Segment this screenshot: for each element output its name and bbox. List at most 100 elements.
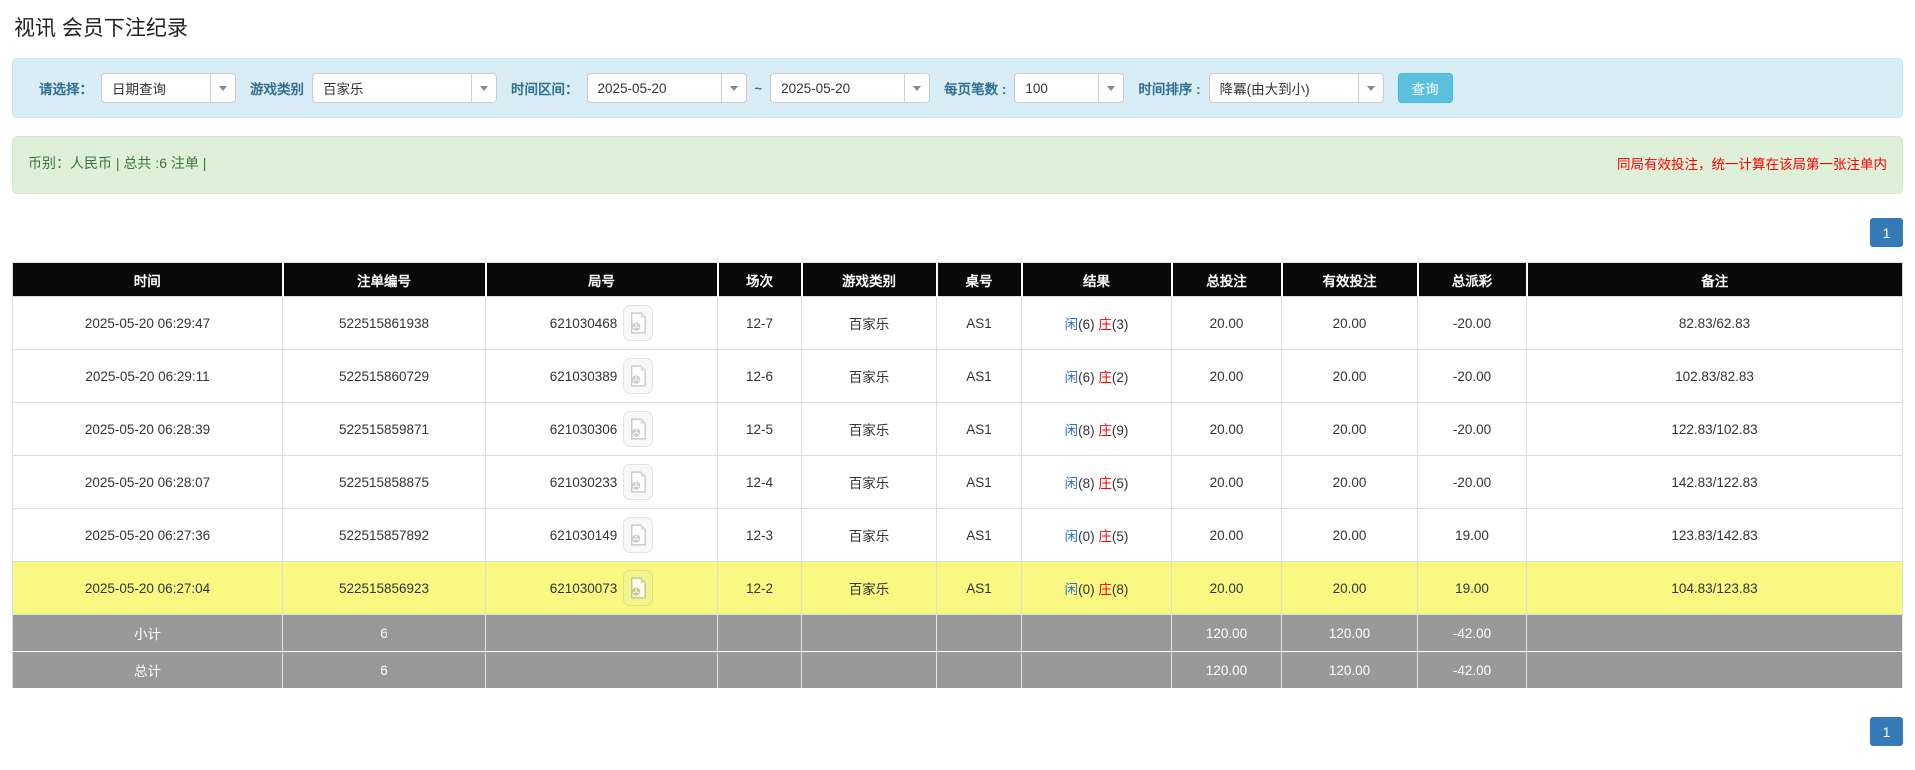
session: 12-5 bbox=[718, 403, 802, 456]
bet-time: 2025-05-20 06:28:07 bbox=[13, 456, 283, 509]
col-bet-no: 注单编号 bbox=[283, 263, 486, 297]
note: 122.83/102.83 bbox=[1527, 403, 1903, 456]
page-1-button[interactable]: 1 bbox=[1870, 717, 1903, 746]
chevron-down-icon bbox=[1358, 74, 1383, 102]
chevron-down-icon bbox=[471, 74, 496, 102]
note: 82.83/62.83 bbox=[1527, 297, 1903, 350]
select-mode-label: 请选择： bbox=[39, 78, 93, 98]
chevron-down-icon bbox=[210, 74, 235, 102]
query-mode-select[interactable]: 日期查询 bbox=[101, 73, 236, 103]
game-type: 百家乐 bbox=[802, 509, 937, 562]
game-type: 百家乐 bbox=[802, 456, 937, 509]
game-type-label: 游戏类别 bbox=[250, 78, 304, 98]
total-bet-link[interactable]: 20.00 bbox=[1172, 297, 1282, 350]
subtotal-total-bet: 120.00 bbox=[1172, 615, 1282, 652]
table-header-row: 时间 注单编号 局号 场次 游戏类别 桌号 结果 总投注 有效投注 总派彩 备注 bbox=[13, 263, 1903, 297]
date-from-value: 2025-05-20 bbox=[588, 81, 721, 96]
round-no-cell: 621030233 bbox=[486, 456, 718, 509]
subtotal-payout: -42.00 bbox=[1418, 615, 1527, 652]
grand-total-count: 6 bbox=[283, 652, 486, 689]
col-total-bet: 总投注 bbox=[1172, 263, 1282, 297]
session: 12-4 bbox=[718, 456, 802, 509]
date-from-select[interactable]: 2025-05-20 bbox=[587, 73, 747, 103]
note: 102.83/82.83 bbox=[1527, 350, 1903, 403]
round-no-cell: 621030389 bbox=[486, 350, 718, 403]
subtotal-count: 6 bbox=[283, 615, 486, 652]
result-cell: 闲(6) 庄(3) bbox=[1022, 297, 1172, 350]
game-type-select[interactable]: 百家乐 bbox=[312, 73, 497, 103]
game-type: 百家乐 bbox=[802, 403, 937, 456]
total-bet-link[interactable]: 20.00 bbox=[1172, 509, 1282, 562]
table-no: AS1 bbox=[937, 562, 1022, 615]
total-bet-link[interactable]: 20.00 bbox=[1172, 350, 1282, 403]
col-result: 结果 bbox=[1022, 263, 1172, 297]
video-replay-button[interactable] bbox=[623, 464, 653, 500]
valid-bet: 20.00 bbox=[1282, 350, 1418, 403]
video-replay-button[interactable] bbox=[623, 305, 653, 341]
subtotal-row: 小计 6 120.00 120.00 -42.00 bbox=[13, 615, 1903, 652]
result-cell: 闲(0) 庄(5) bbox=[1022, 509, 1172, 562]
col-total-payout: 总派彩 bbox=[1418, 263, 1527, 297]
video-replay-button[interactable] bbox=[623, 358, 653, 394]
page-title: 视讯 会员下注纪录 bbox=[14, 12, 1903, 42]
page-size-value: 100 bbox=[1015, 81, 1098, 96]
game-type: 百家乐 bbox=[802, 297, 937, 350]
grand-total-valid-bet: 120.00 bbox=[1282, 652, 1418, 689]
filter-panel: 请选择： 日期查询 游戏类别 百家乐 时间区间： 2025-05-20 ~ 20… bbox=[12, 58, 1903, 118]
grand-total-label: 总计 bbox=[13, 652, 283, 689]
col-valid-bet: 有效投注 bbox=[1282, 263, 1418, 297]
bet-no: 522515857892 bbox=[283, 509, 486, 562]
table-row: 2025-05-20 06:29:11 522515860729 6210303… bbox=[13, 350, 1903, 403]
total-bet-link[interactable]: 20.00 bbox=[1172, 456, 1282, 509]
table-row: 2025-05-20 06:27:36 522515857892 6210301… bbox=[13, 509, 1903, 562]
chevron-down-icon bbox=[1098, 74, 1123, 102]
video-replay-button[interactable] bbox=[623, 517, 653, 553]
payout: -20.00 bbox=[1418, 403, 1527, 456]
table-no: AS1 bbox=[937, 403, 1022, 456]
sort-order-label: 时间排序 : bbox=[1138, 78, 1200, 98]
table-row: 2025-05-20 06:29:47 522515861938 6210304… bbox=[13, 297, 1903, 350]
game-type: 百家乐 bbox=[802, 562, 937, 615]
grand-total-total-bet: 120.00 bbox=[1172, 652, 1282, 689]
game-type: 百家乐 bbox=[802, 350, 937, 403]
bet-time: 2025-05-20 06:27:36 bbox=[13, 509, 283, 562]
note: 123.83/142.83 bbox=[1527, 509, 1903, 562]
date-range-label: 时间区间： bbox=[511, 78, 579, 98]
round-no-cell: 621030468 bbox=[486, 297, 718, 350]
result-cell: 闲(0) 庄(8) bbox=[1022, 562, 1172, 615]
video-file-icon bbox=[629, 471, 647, 493]
round-no-cell: 621030073 bbox=[486, 562, 718, 615]
round-no-cell: 621030306 bbox=[486, 403, 718, 456]
page-1-button[interactable]: 1 bbox=[1870, 218, 1903, 247]
note: 104.83/123.83 bbox=[1527, 562, 1903, 615]
page-size-select[interactable]: 100 bbox=[1014, 73, 1124, 103]
sort-order-select[interactable]: 降冪(由大到小) bbox=[1209, 73, 1384, 103]
table-no: AS1 bbox=[937, 350, 1022, 403]
bet-time: 2025-05-20 06:29:11 bbox=[13, 350, 283, 403]
valid-bet: 20.00 bbox=[1282, 297, 1418, 350]
video-replay-button[interactable] bbox=[623, 411, 653, 447]
chevron-down-icon bbox=[721, 74, 746, 102]
table-row: 2025-05-20 06:28:07 522515858875 6210302… bbox=[13, 456, 1903, 509]
total-bet-link[interactable]: 20.00 bbox=[1172, 562, 1282, 615]
col-note: 备注 bbox=[1527, 263, 1903, 297]
table-no: AS1 bbox=[937, 509, 1022, 562]
search-button[interactable]: 查询 bbox=[1398, 73, 1453, 103]
same-round-notice: 同局有效投注，统一计算在该局第一张注单内 bbox=[1617, 153, 1887, 173]
col-table-no: 桌号 bbox=[937, 263, 1022, 297]
date-range-tilde: ~ bbox=[755, 81, 763, 96]
video-file-icon bbox=[629, 312, 647, 334]
chevron-down-icon bbox=[904, 74, 929, 102]
bets-table: 时间 注单编号 局号 场次 游戏类别 桌号 结果 总投注 有效投注 总派彩 备注… bbox=[12, 262, 1903, 689]
date-to-select[interactable]: 2025-05-20 bbox=[770, 73, 930, 103]
currency-total-text: 币别：人民币 | 总共 :6 注单 | bbox=[28, 153, 206, 173]
session: 12-3 bbox=[718, 509, 802, 562]
total-bet-link[interactable]: 20.00 bbox=[1172, 403, 1282, 456]
table-row: 2025-05-20 06:28:39 522515859871 6210303… bbox=[13, 403, 1903, 456]
video-file-icon bbox=[629, 365, 647, 387]
payout: -20.00 bbox=[1418, 350, 1527, 403]
col-round-no: 局号 bbox=[486, 263, 718, 297]
grand-total-row: 总计 6 120.00 120.00 -42.00 bbox=[13, 652, 1903, 689]
bet-no: 522515856923 bbox=[283, 562, 486, 615]
video-replay-button[interactable] bbox=[623, 570, 653, 606]
